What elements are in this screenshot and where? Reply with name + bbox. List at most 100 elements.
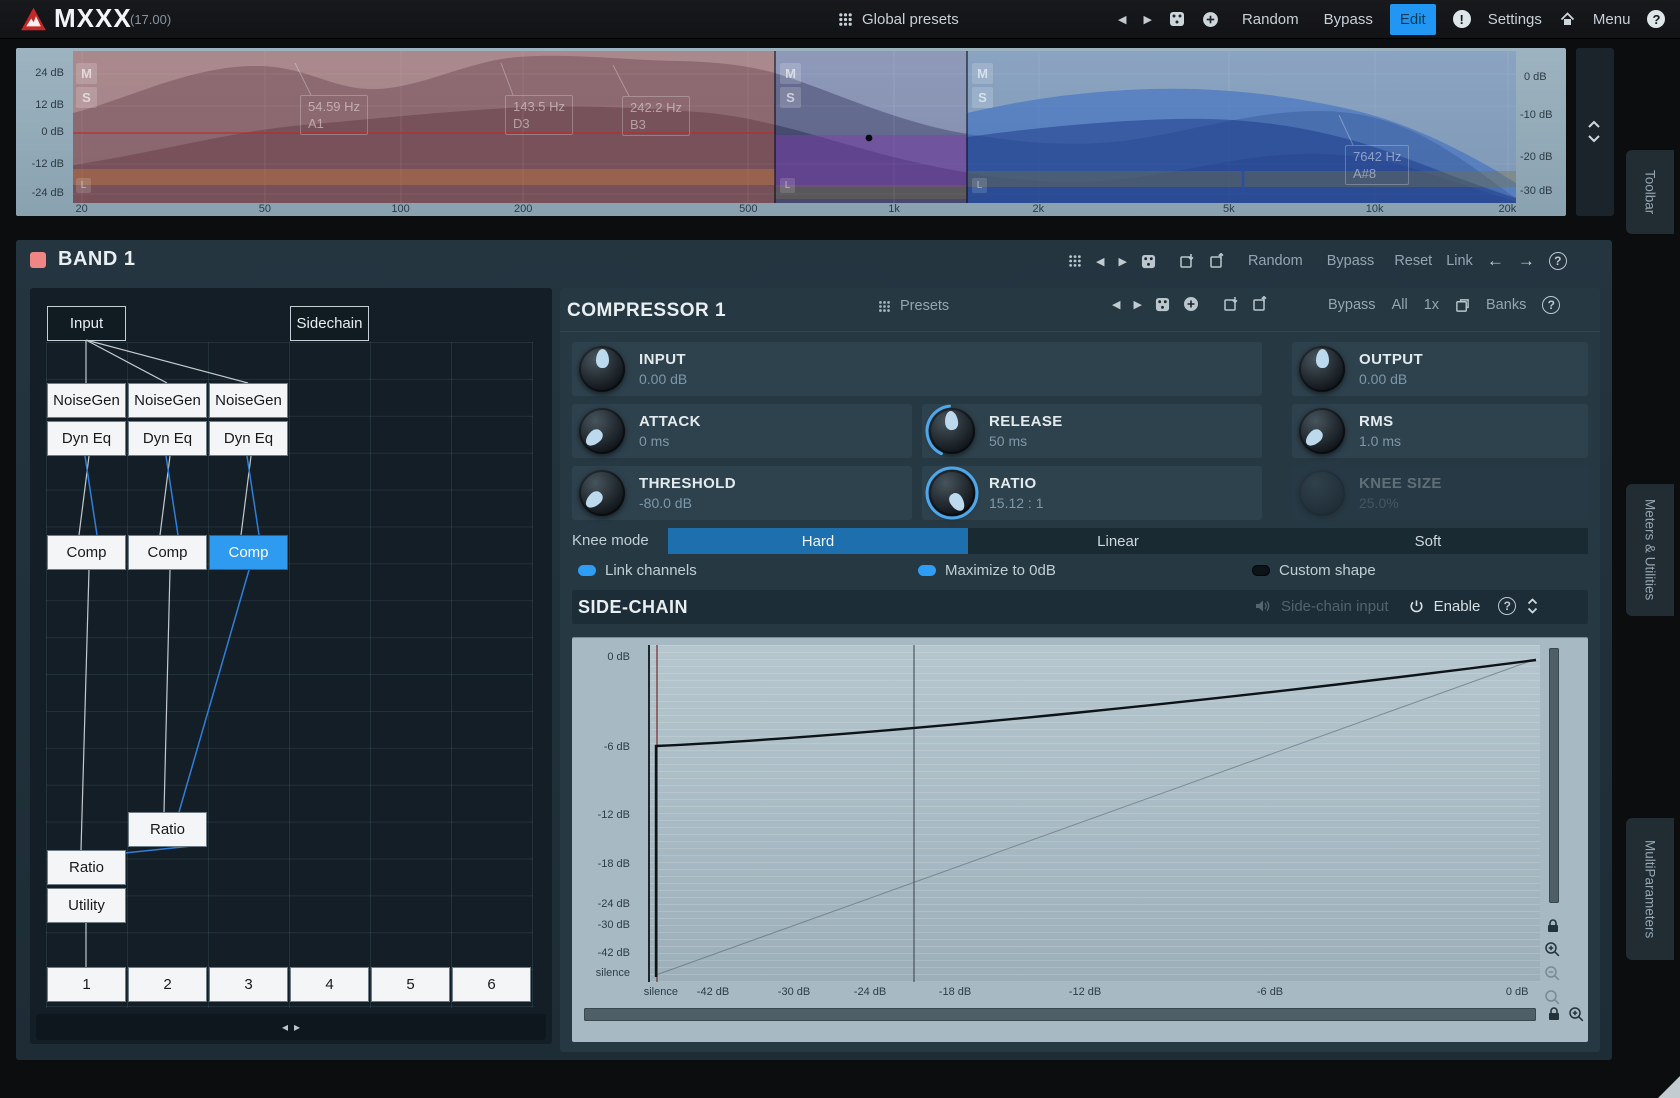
comp-prev-icon[interactable]: ◀ xyxy=(1112,298,1120,311)
spectrum-display[interactable]: 24 dB 12 dB 0 dB -12 dB -24 dB 20 50 100… xyxy=(16,48,1566,216)
graph-hscrollbar[interactable] xyxy=(584,1008,1536,1021)
speaker-icon[interactable] xyxy=(1255,599,1271,613)
maximize-0db-checkbox[interactable]: Maximize to 0dB xyxy=(918,562,1056,579)
rms-knob[interactable] xyxy=(1299,408,1345,454)
module-dyneq-2[interactable]: Dyn Eq xyxy=(128,421,207,456)
band2-mid-badge[interactable]: M xyxy=(780,63,801,84)
menu-button[interactable]: Menu xyxy=(1593,11,1631,28)
zoom-in-icon[interactable] xyxy=(1568,1006,1585,1023)
tab-meters-utilities[interactable]: Meters & Utilities xyxy=(1626,484,1674,616)
knee-mode-linear[interactable]: Linear xyxy=(968,528,1268,554)
preset-next-icon[interactable]: ▶ xyxy=(1143,13,1151,26)
module-dyneq-1[interactable]: Dyn Eq xyxy=(47,421,126,456)
band-help-icon[interactable]: ? xyxy=(1548,252,1567,270)
tab-toolbar[interactable]: Toolbar xyxy=(1626,150,1674,234)
comp-banks-button[interactable]: Banks xyxy=(1486,297,1526,313)
output-slot-2[interactable]: 2 xyxy=(128,967,207,1002)
band-back-icon[interactable]: ← xyxy=(1487,251,1504,271)
band1-limit-badge[interactable]: L xyxy=(76,178,91,193)
compressor-presets-button[interactable]: Presets xyxy=(878,298,949,314)
output-slot-5[interactable]: 5 xyxy=(371,967,450,1002)
attack-knob[interactable] xyxy=(579,408,625,454)
input-knob[interactable] xyxy=(579,346,625,392)
dice-icon[interactable] xyxy=(1169,11,1185,27)
module-dyneq-3[interactable]: Dyn Eq xyxy=(209,421,288,456)
band-bypass-button[interactable]: Bypass xyxy=(1327,253,1375,269)
custom-shape-checkbox[interactable]: Custom shape xyxy=(1252,562,1376,579)
band1-mid-badge[interactable]: M xyxy=(76,63,97,84)
output-knob[interactable] xyxy=(1299,346,1345,392)
release-knob[interactable] xyxy=(925,404,979,458)
tab-multiparameters[interactable]: MultiParameters xyxy=(1626,818,1674,960)
alert-icon[interactable]: ! xyxy=(1452,10,1471,28)
knee-mode-hard[interactable]: Hard xyxy=(668,528,968,554)
band-color-swatch[interactable] xyxy=(30,252,46,268)
zoom-out-icon[interactable] xyxy=(1544,965,1561,982)
zoom-reset-icon[interactable] xyxy=(1544,989,1561,1006)
chevron-down-icon[interactable] xyxy=(1587,134,1601,143)
grid-icon[interactable] xyxy=(1068,254,1082,268)
graph-vscrollbar[interactable] xyxy=(1549,648,1559,903)
module-noisegen-1[interactable]: NoiseGen xyxy=(47,383,126,418)
import-icon[interactable] xyxy=(1222,296,1238,312)
comp-next-icon[interactable]: ▶ xyxy=(1133,298,1141,311)
band-forward-icon[interactable]: → xyxy=(1518,251,1535,271)
ratio-knob[interactable] xyxy=(925,466,979,520)
dice-icon[interactable] xyxy=(1141,254,1156,269)
module-noisegen-3[interactable]: NoiseGen xyxy=(209,383,288,418)
band-reset-button[interactable]: Reset xyxy=(1394,253,1432,269)
module-input[interactable]: Input xyxy=(47,306,126,341)
sidechain-help-icon[interactable]: ? xyxy=(1498,597,1517,615)
preset-prev-icon[interactable]: ◀ xyxy=(1118,13,1126,26)
output-slot-1[interactable]: 1 xyxy=(47,967,126,1002)
module-comp-1[interactable]: Comp xyxy=(47,535,126,570)
spectrum-resize-strip[interactable] xyxy=(1576,48,1614,216)
dice-icon[interactable] xyxy=(1155,297,1170,312)
knee-mode-soft[interactable]: Soft xyxy=(1268,528,1588,554)
knee-size-knob[interactable] xyxy=(1299,470,1345,516)
band1-side-badge[interactable]: S xyxy=(76,87,97,108)
band2-limit-badge[interactable]: L xyxy=(780,178,795,193)
comp-all-button[interactable]: All xyxy=(1392,297,1408,313)
comp-bypass-button[interactable]: Bypass xyxy=(1328,297,1376,313)
matrix-collapse-bar[interactable]: ◂ ▸ xyxy=(36,1014,546,1040)
global-presets-button[interactable]: Global presets xyxy=(838,0,959,38)
band-prev-icon[interactable]: ◀ xyxy=(1096,255,1104,268)
add-icon[interactable] xyxy=(1183,296,1199,312)
lock-icon[interactable] xyxy=(1546,1006,1562,1022)
link-channels-checkbox[interactable]: Link channels xyxy=(578,562,697,579)
band3-mid-badge[interactable]: M xyxy=(972,63,993,84)
band2-side-badge[interactable]: S xyxy=(780,87,801,108)
module-noisegen-2[interactable]: NoiseGen xyxy=(128,383,207,418)
export-icon[interactable] xyxy=(1208,253,1224,269)
export-icon[interactable] xyxy=(1251,296,1267,312)
module-ratio-2[interactable]: Ratio xyxy=(128,812,207,847)
module-comp-2[interactable]: Comp xyxy=(128,535,207,570)
sidechain-input-label[interactable]: Side-chain input xyxy=(1281,598,1389,615)
band-link-button[interactable]: Link xyxy=(1446,253,1473,269)
enable-button[interactable]: Enable xyxy=(1434,598,1481,615)
transfer-plot[interactable] xyxy=(648,645,1540,982)
detach-window-icon[interactable] xyxy=(1455,298,1470,313)
output-slot-6[interactable]: 6 xyxy=(452,967,531,1002)
band-random-button[interactable]: Random xyxy=(1248,253,1303,269)
edit-button[interactable]: Edit xyxy=(1389,3,1436,35)
comp-help-icon[interactable]: ? xyxy=(1542,296,1561,314)
collapse-updown-icon[interactable] xyxy=(1526,597,1539,615)
random-button[interactable]: Random xyxy=(1242,11,1299,28)
import-icon[interactable] xyxy=(1178,253,1194,269)
power-icon[interactable] xyxy=(1409,599,1424,614)
output-slot-3[interactable]: 3 xyxy=(209,967,288,1002)
band3-side-badge[interactable]: S xyxy=(972,87,993,108)
lock-icon[interactable] xyxy=(1545,918,1561,934)
module-utility[interactable]: Utility xyxy=(47,888,126,923)
output-slot-4[interactable]: 4 xyxy=(290,967,369,1002)
settings-button[interactable]: Settings xyxy=(1488,11,1542,28)
add-preset-icon[interactable] xyxy=(1202,11,1219,28)
resize-grip[interactable] xyxy=(1658,1076,1680,1098)
bypass-button[interactable]: Bypass xyxy=(1324,11,1373,28)
help-icon[interactable]: ? xyxy=(1647,10,1666,28)
chevron-up-icon[interactable] xyxy=(1587,120,1601,129)
home-icon[interactable] xyxy=(1559,11,1576,27)
module-sidechain[interactable]: Sidechain xyxy=(290,306,369,341)
